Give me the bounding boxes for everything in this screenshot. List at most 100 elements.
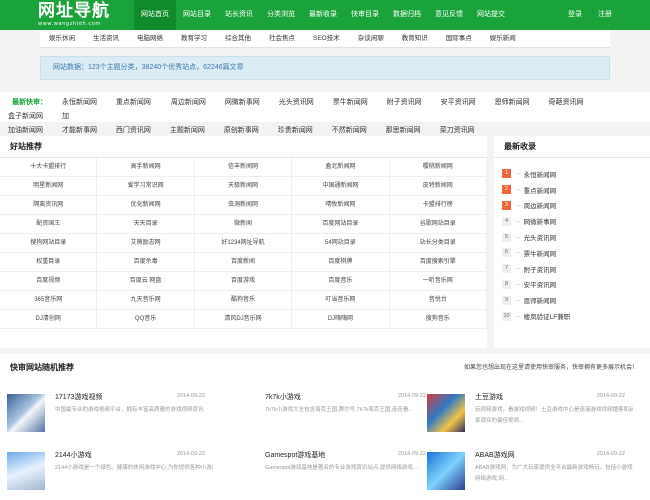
- login-link[interactable]: 登录: [568, 0, 582, 30]
- site-card[interactable]: ABAB游戏网 2014-09-22 ABAB游戏网，为广大玩家提供全平台最新游…: [420, 450, 635, 500]
- recommended-site-link[interactable]: 酷狗音乐: [194, 291, 293, 310]
- recommended-site-link[interactable]: 清风DJ音乐网: [194, 310, 293, 329]
- site-card-title[interactable]: 7k7k小游戏: [265, 392, 301, 402]
- site-card[interactable]: Gamespot游戏基地 2014-09-22 Gamespot游戏基地是著名的…: [221, 450, 436, 500]
- quick-link[interactable]: 票牛新闻网: [333, 96, 385, 110]
- list-item[interactable]: 6– 票牛新闻网: [502, 245, 647, 261]
- recommended-site-link[interactable]: 十大卡盟排行: [0, 158, 98, 177]
- recommended-site-link[interactable]: 中国通新闻网: [292, 177, 390, 196]
- site-card-title[interactable]: ABAB游戏网: [475, 450, 515, 460]
- list-item[interactable]: 5– 光头资讯网: [502, 229, 647, 245]
- recommended-site-link[interactable]: 虫洞新闻网: [194, 196, 293, 215]
- nav-home[interactable]: 网站首页: [134, 0, 176, 30]
- recommended-site-link[interactable]: 信丰新闻网: [194, 158, 293, 177]
- quick-link[interactable]: 盒子新闻网: [8, 110, 60, 124]
- recommended-site-link[interactable]: 谷歌网站目录: [389, 215, 487, 234]
- nav-archive[interactable]: 数据归档: [386, 0, 428, 30]
- register-link[interactable]: 注册: [598, 0, 612, 30]
- subnav-item[interactable]: 杂谈闲聊: [349, 30, 393, 47]
- recommended-site-link[interactable]: 百度棋牌: [292, 253, 390, 272]
- recommended-site-link[interactable]: 叮当音乐网: [292, 291, 390, 310]
- recommended-site-link[interactable]: 九天音乐网: [97, 291, 195, 310]
- site-thumbnail[interactable]: [427, 394, 465, 432]
- quick-link[interactable]: 恩师新闻网: [495, 96, 547, 110]
- recommended-site-link[interactable]: 樱桃新闻网: [389, 158, 487, 177]
- recommended-site-link[interactable]: 音悦台: [389, 291, 487, 310]
- recommended-site-link[interactable]: 隔离资讯网: [0, 196, 98, 215]
- nav-fast-review[interactable]: 快审目录: [344, 0, 386, 30]
- recommended-site-link[interactable]: 搜狗网站目录: [0, 234, 98, 253]
- site-thumbnail[interactable]: [7, 394, 45, 432]
- recommended-site-link[interactable]: 好1234网址导航: [194, 234, 293, 253]
- site-card-title[interactable]: Gamespot游戏基地: [265, 450, 325, 460]
- recommended-site-link[interactable]: 百度云 网盘: [97, 272, 195, 291]
- quick-link[interactable]: 安平资讯网: [441, 96, 493, 110]
- quick-link[interactable]: 光头资讯网: [279, 96, 331, 110]
- recommended-site-link[interactable]: 站长分类目录: [389, 234, 487, 253]
- recommended-site-link[interactable]: 爱学习常识网: [97, 177, 195, 196]
- recommended-site-link[interactable]: 配资国王: [0, 215, 98, 234]
- recommended-site-link[interactable]: 54网站目录: [292, 234, 390, 253]
- subnav-item[interactable]: 生活资讯: [84, 30, 128, 47]
- recommended-site-link[interactable]: 优化新闻网: [97, 196, 195, 215]
- recommended-site-link[interactable]: 百度新闻: [194, 253, 293, 272]
- quick-link[interactable]: 奇葩资讯网: [549, 96, 601, 110]
- subnav-item[interactable]: 教育学习: [172, 30, 216, 47]
- site-thumbnail[interactable]: [427, 452, 465, 490]
- recommended-site-link[interactable]: 明星新闻网: [0, 177, 98, 196]
- recommended-site-link[interactable]: 微新闻: [194, 215, 293, 234]
- recommended-site-link[interactable]: 365音乐网: [0, 291, 98, 310]
- recommended-site-link[interactable]: 百度杀毒: [97, 253, 195, 272]
- subnav-item[interactable]: 社会焦点: [260, 30, 304, 47]
- list-item[interactable]: 7– 附子资讯网: [502, 261, 647, 277]
- list-item[interactable]: 3– 周边新闻网: [502, 198, 647, 214]
- subnav-item[interactable]: 综合其他: [216, 30, 260, 47]
- list-item[interactable]: 8– 安平资讯网: [502, 277, 647, 293]
- nav-submit[interactable]: 网站提交: [470, 0, 512, 30]
- nav-categories[interactable]: 分类浏览: [260, 0, 302, 30]
- recommended-site-link[interactable]: 高手新闻网: [97, 158, 195, 177]
- recommended-site-link[interactable]: QQ音乐: [97, 310, 195, 329]
- site-logo[interactable]: 网址导航 www.wangzhidh.com: [38, 3, 128, 28]
- recommended-site-link[interactable]: 权重目录: [0, 253, 98, 272]
- quick-link[interactable]: 永恒新闻网: [62, 96, 114, 110]
- recommended-site-link[interactable]: DJ嗨嗨网: [292, 310, 390, 329]
- subnav-item[interactable]: 电脑网络: [128, 30, 172, 47]
- site-card[interactable]: 17173游戏视频 2014-09-22 中国最专业的游戏视频平台，拥有丰富高质…: [0, 392, 215, 442]
- quick-link[interactable]: 周边新闻网: [171, 96, 223, 110]
- recommended-site-link[interactable]: 天极新闻网: [194, 177, 293, 196]
- subnav-item[interactable]: 娱乐休闲: [40, 30, 84, 47]
- recommended-site-link[interactable]: 百度视频: [0, 272, 98, 291]
- recommended-site-link[interactable]: 卡盟排行榜: [389, 196, 487, 215]
- list-item[interactable]: 9– 恩师新闻网: [502, 292, 647, 308]
- list-item[interactable]: 10– 楼凤验证LF兼职: [502, 308, 647, 324]
- nav-feedback[interactable]: 意见反馈: [428, 0, 470, 30]
- site-card-title[interactable]: 2144小游戏: [55, 450, 92, 460]
- subnav-item[interactable]: 娱乐新闻: [481, 30, 525, 47]
- nav-latest[interactable]: 最新收录: [302, 0, 344, 30]
- site-card[interactable]: 2144小游戏 2014-09-22 2144小游戏是一个绿色、健康的休闲游戏中…: [0, 450, 215, 500]
- list-item[interactable]: 1– 永恒新闻网: [502, 166, 647, 182]
- site-thumbnail[interactable]: [7, 452, 45, 490]
- recommended-site-link[interactable]: 天天目录: [97, 215, 195, 234]
- recommended-site-link[interactable]: 艾薇励志网: [97, 234, 195, 253]
- quick-link[interactable]: 重点新闻网: [116, 96, 169, 110]
- site-card[interactable]: 7k7k小游戏 2014-09-22 7k7k小游戏大全包含海克王国,赛尔号,7…: [221, 392, 436, 442]
- list-item[interactable]: 2– 重点新闻网: [502, 182, 647, 198]
- subnav-item[interactable]: 国际事点: [437, 30, 481, 47]
- site-card[interactable]: 土豆游戏 2014-09-22 玩视频游戏，看游戏视频！土豆游戏中心是连接游戏视…: [420, 392, 635, 442]
- nav-directory[interactable]: 网站目录: [176, 0, 218, 30]
- subnav-item[interactable]: 教育知识: [393, 30, 437, 47]
- site-card-title[interactable]: 土豆游戏: [475, 392, 503, 402]
- recommended-site-link[interactable]: 搜狗音乐: [389, 310, 487, 329]
- nav-webmaster-news[interactable]: 站长资讯: [218, 0, 260, 30]
- recommended-site-link[interactable]: 百度搜索引擎: [389, 253, 487, 272]
- recommended-site-link[interactable]: DJ清创网: [0, 310, 98, 329]
- quick-link[interactable]: 网微新事网: [225, 96, 277, 110]
- recommended-site-link[interactable]: 晴牧新闻网: [292, 196, 390, 215]
- recommended-site-link[interactable]: 盍北新闻网: [292, 158, 390, 177]
- recommended-site-link[interactable]: 一听音乐网: [389, 272, 487, 291]
- recommended-site-link[interactable]: 百度音乐: [292, 272, 390, 291]
- subnav-item[interactable]: SEO技术: [304, 30, 349, 47]
- recommended-site-link[interactable]: 百度网站目录: [292, 215, 390, 234]
